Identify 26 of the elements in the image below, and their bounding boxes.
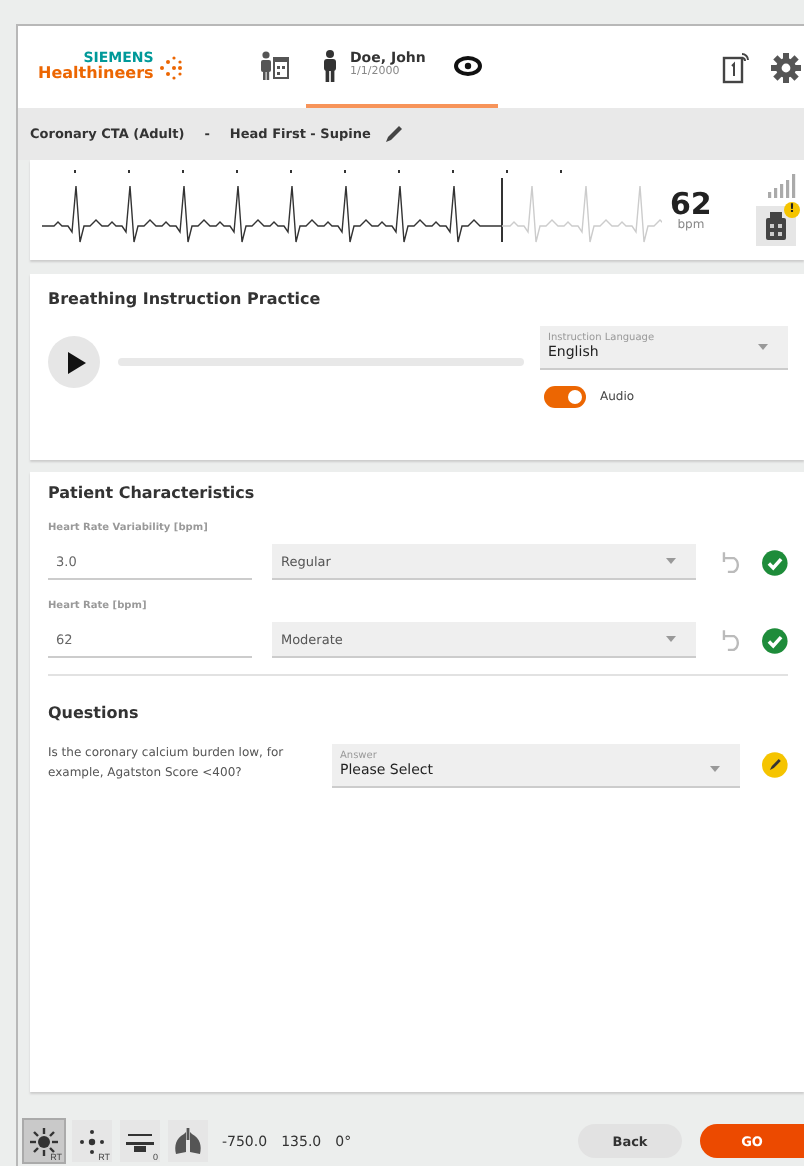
sun-icon — [30, 1127, 58, 1155]
eye-icon[interactable] — [453, 55, 482, 75]
pencil-icon[interactable] — [384, 124, 405, 144]
person-icon — [322, 49, 338, 81]
audio-toggle[interactable] — [544, 386, 586, 408]
signal-icon — [768, 174, 796, 198]
pen-icon[interactable] — [762, 752, 789, 778]
dropdown-caret-icon — [758, 344, 768, 350]
play-icon — [67, 351, 86, 373]
product-name: Healthineers — [38, 66, 154, 82]
ecg-device-icon — [764, 212, 788, 240]
lungs-icon — [174, 1127, 202, 1155]
dropdown-caret-icon — [710, 766, 721, 772]
dropdown-caret-icon — [666, 558, 677, 564]
dropdown-caret-icon — [666, 636, 677, 642]
section-title: Patient Characteristics — [48, 484, 257, 502]
lungs-tool-button[interactable] — [168, 1120, 208, 1162]
heart-rate-value: 62 — [670, 189, 712, 219]
document-icon[interactable] — [722, 51, 750, 83]
dots-logo-icon — [157, 55, 182, 79]
section-title: Breathing Instruction Practice — [48, 290, 323, 308]
person-calendar-icon — [258, 49, 290, 81]
settings-icon[interactable] — [770, 51, 802, 83]
crosshair-dots-icon — [78, 1127, 106, 1155]
section-title: Questions — [48, 704, 141, 722]
play-button[interactable] — [48, 336, 100, 388]
